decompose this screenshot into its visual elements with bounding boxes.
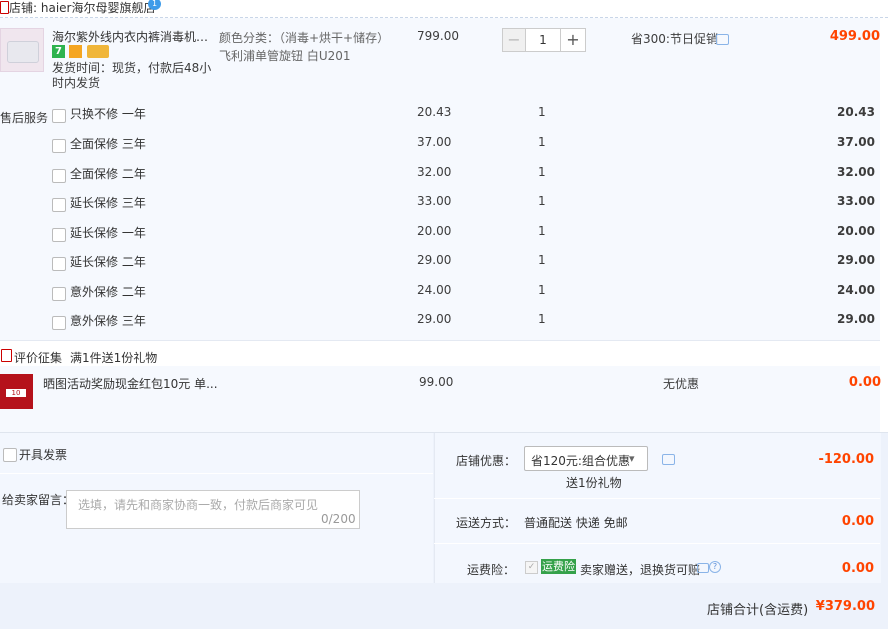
shop-discount-label: 店铺优惠： xyxy=(456,454,517,468)
service-sum: 29.00 xyxy=(837,253,875,267)
service-sum: 29.00 xyxy=(837,312,875,326)
gift-icon xyxy=(1,349,12,362)
service-sum: 37.00 xyxy=(837,135,875,149)
shop-total-value: ¥379.00 xyxy=(815,599,875,614)
gift-price: 99.00 xyxy=(419,375,454,389)
service-qty: 1 xyxy=(538,253,546,267)
service-name: 意外保修 二年 xyxy=(70,285,146,299)
service-row: 全面保修 二年 32.00 1 32.00 xyxy=(0,162,880,191)
service-checkbox[interactable] xyxy=(52,228,66,242)
product-title-link[interactable]: 海尔紫外线内衣内裤消毒机家用... xyxy=(52,28,217,45)
service-name: 只换不修 一年 xyxy=(70,107,146,121)
service-price: 29.00 xyxy=(417,312,452,326)
gift-rule: 满1件送1份礼物 xyxy=(70,351,158,365)
invoice-label[interactable]: 开具发票 xyxy=(19,446,67,463)
service-row: 全面保修 三年 37.00 1 37.00 xyxy=(0,132,880,161)
help-icon[interactable]: ? xyxy=(709,561,721,573)
service-qty: 1 xyxy=(538,194,546,208)
service-sum: 20.00 xyxy=(837,224,875,238)
service-checkbox[interactable] xyxy=(52,316,66,330)
shipping-amount: 0.00 xyxy=(841,514,874,529)
service-price: 29.00 xyxy=(417,253,452,267)
chevron-down-icon: ▾ xyxy=(629,452,635,465)
chat-icon[interactable] xyxy=(662,454,675,465)
service-price: 20.43 xyxy=(417,105,452,119)
service-qty: 1 xyxy=(538,312,546,326)
service-checkbox[interactable] xyxy=(52,109,66,123)
shop-total-label: 店铺合计(含运费) xyxy=(707,603,809,618)
service-price: 20.00 xyxy=(417,224,452,238)
service-name: 全面保修 二年 xyxy=(70,167,146,181)
discount-gift-note: 送1份礼物 xyxy=(566,476,622,490)
spec-model: 飞利浦单管旋钮 白U201 xyxy=(219,49,351,63)
divider xyxy=(0,340,880,341)
divider xyxy=(434,543,880,544)
chat-icon[interactable] xyxy=(697,563,709,573)
service-qty: 1 xyxy=(538,105,546,119)
service-name: 延长保修 二年 xyxy=(70,255,146,269)
service-row: 延长保修 三年 33.00 1 33.00 xyxy=(0,191,880,220)
message-placeholder: 选填，请先和商家协商一致，付款后商家可见 xyxy=(78,498,319,512)
shop-icon xyxy=(0,1,9,14)
gift-sum: 0.00 xyxy=(848,375,881,390)
service-price: 32.00 xyxy=(417,165,452,179)
shop-discount-selected: 省120元:组合优惠 xyxy=(531,454,630,468)
service-name: 全面保修 三年 xyxy=(70,137,146,151)
service-sum: 32.00 xyxy=(837,165,875,179)
service-checkbox[interactable] xyxy=(52,287,66,301)
service-name: 意外保修 三年 xyxy=(70,314,146,328)
insurance-badge: 运费险 xyxy=(541,559,576,574)
divider xyxy=(434,498,880,499)
gift-thumbnail[interactable] xyxy=(0,374,33,409)
shipping-note: 发货时间：现货，付款后48小时内发货 xyxy=(52,61,212,90)
insurance-amount: 0.00 xyxy=(841,561,874,576)
gift-title-link[interactable]: 晒图活动奖励现金红包10元 单... xyxy=(43,375,218,392)
service-qty: 1 xyxy=(538,283,546,297)
service-name: 延长保修 一年 xyxy=(70,226,146,240)
service-qty: 1 xyxy=(538,135,546,149)
quantity-input[interactable]: 1 xyxy=(525,28,561,52)
service-sum: 33.00 xyxy=(837,194,875,208)
gift-no-discount: 无优惠 xyxy=(663,377,700,391)
insurance-description: 卖家赠送，退换货可赔 xyxy=(580,563,701,577)
chat-icon[interactable] xyxy=(716,34,729,45)
service-checkbox[interactable] xyxy=(52,257,66,271)
shop-name-link[interactable]: 店铺: haier海尔母婴旗舰店 xyxy=(9,0,155,16)
message-char-count: 0/200 xyxy=(321,512,356,526)
service-checkbox[interactable] xyxy=(52,198,66,212)
insurance-checkbox[interactable]: ✓ xyxy=(525,561,538,574)
credit-card-icon xyxy=(87,45,109,58)
service-name: 延长保修 三年 xyxy=(70,196,146,210)
shipping-label: 运送方式： xyxy=(456,516,517,530)
service-sum: 24.00 xyxy=(837,283,875,297)
invoice-checkbox[interactable] xyxy=(3,448,17,462)
spec-color: 颜色分类：（消毒+烘干+储存） xyxy=(219,31,390,45)
product-thumbnail[interactable] xyxy=(0,28,44,72)
service-row: 意外保修 二年 24.00 1 24.00 xyxy=(0,280,880,309)
service-checkbox[interactable] xyxy=(52,139,66,153)
insurance-label: 运费险： xyxy=(467,563,516,577)
service-sum: 20.43 xyxy=(837,105,875,119)
promotion-label: 省300:节日促销 xyxy=(631,32,718,46)
service-row: 意外保修 三年 29.00 1 29.00 xyxy=(0,309,880,338)
seven-day-return-icon: 7 xyxy=(52,45,65,58)
service-row: 只换不修 一年 20.43 1 20.43 xyxy=(0,102,880,131)
message-label: 给卖家留言： xyxy=(2,493,75,507)
shipping-method: 普通配送 快递 免邮 xyxy=(524,516,628,530)
unit-price: 799.00 xyxy=(417,29,459,43)
quantity-decrease-button[interactable]: − xyxy=(502,28,526,52)
service-price: 37.00 xyxy=(417,135,452,149)
service-row: 延长保修 二年 29.00 1 29.00 xyxy=(0,250,880,279)
shop-discount-amount: -120.00 xyxy=(818,452,874,467)
service-qty: 1 xyxy=(538,165,546,179)
service-row: 延长保修 一年 20.00 1 20.00 xyxy=(0,221,880,250)
gift-label: 评价征集 xyxy=(14,351,63,365)
item-subtotal: 499.00 xyxy=(829,29,880,44)
service-price: 24.00 xyxy=(417,283,452,297)
energy-icon xyxy=(69,45,82,58)
quantity-increase-button[interactable]: + xyxy=(560,28,586,52)
service-checkbox[interactable] xyxy=(52,169,66,183)
service-price: 33.00 xyxy=(417,194,452,208)
service-qty: 1 xyxy=(538,224,546,238)
